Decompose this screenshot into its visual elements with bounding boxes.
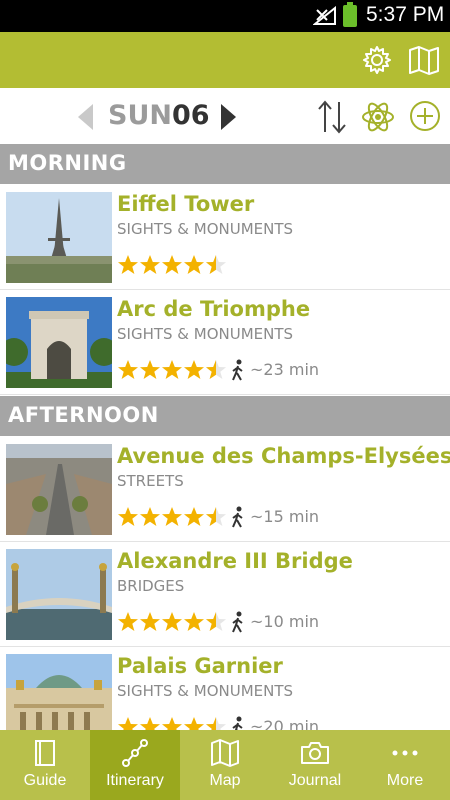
sort-icon[interactable] — [316, 100, 348, 134]
section-label: AFTERNOON — [8, 403, 159, 427]
day-selector: SUN 06 — [0, 88, 450, 144]
item-title: Arc de Triomphe — [117, 297, 311, 321]
camera-icon — [301, 742, 329, 764]
star-icon — [162, 507, 182, 526]
item-category: SIGHTS & MONUMENTS — [117, 325, 294, 343]
status-bar: 5:37 PM — [0, 0, 450, 32]
rating-stars — [118, 612, 226, 631]
star-icon — [118, 360, 138, 379]
star-icon — [206, 612, 226, 631]
tab-label: More — [386, 772, 424, 789]
star-icon — [140, 507, 160, 526]
section-header-afternoon: AFTERNOON — [0, 396, 450, 436]
eiffel-tower-photo — [6, 192, 112, 283]
walk-duration: ~15 min — [250, 507, 320, 526]
item-title: Alexandre III Bridge — [117, 549, 353, 573]
list-item[interactable]: Eiffel Tower SIGHTS & MONUMENTS — [0, 185, 450, 290]
previous-day-arrow-icon[interactable] — [78, 104, 94, 130]
map-icon — [211, 739, 239, 767]
clock: 5:37 PM — [366, 3, 445, 26]
section-header-morning: MORNING — [0, 144, 450, 184]
arc-de-triomphe-photo — [6, 297, 112, 388]
more-icon — [392, 750, 418, 756]
add-icon[interactable] — [409, 100, 441, 132]
star-icon — [184, 612, 204, 631]
rating-stars — [118, 360, 226, 379]
star-icon — [162, 612, 182, 631]
tab-more[interactable]: More — [360, 730, 450, 800]
tab-map[interactable]: Map — [180, 730, 270, 800]
walking-icon — [232, 359, 243, 381]
rating-stars — [118, 507, 226, 526]
walk-duration: ~23 min — [250, 360, 320, 379]
day-name: SUN — [108, 100, 172, 131]
tab-label: Journal — [288, 772, 342, 789]
walk-duration: ~10 min — [250, 612, 320, 631]
list-item[interactable]: Arc de Triomphe SIGHTS & MONUMENTS ~23 m… — [0, 290, 450, 395]
app-bar — [0, 32, 450, 88]
tab-label: Itinerary — [106, 772, 164, 789]
atom-icon[interactable] — [361, 100, 395, 134]
tab-label: Guide — [23, 772, 67, 789]
tab-journal[interactable]: Journal — [270, 730, 360, 800]
bottom-tab-bar: Guide Itinerary Map Journal More — [0, 730, 450, 800]
battery-icon — [343, 2, 357, 27]
star-icon — [184, 360, 204, 379]
tab-itinerary[interactable]: Itinerary — [90, 730, 180, 800]
star-icon — [184, 507, 204, 526]
gear-icon[interactable] — [362, 45, 392, 75]
item-title: Avenue des Champs-Elysées — [117, 444, 450, 468]
rating-stars — [118, 255, 226, 274]
route-icon — [122, 739, 148, 767]
list-item[interactable]: Avenue des Champs-Elysées STREETS ~15 mi… — [0, 437, 450, 542]
star-icon — [206, 255, 226, 274]
item-category: SIGHTS & MONUMENTS — [117, 220, 294, 238]
day-number: 06 — [172, 100, 210, 131]
tab-label: Map — [209, 772, 241, 789]
item-category: STREETS — [117, 472, 184, 490]
item-title: Palais Garnier — [117, 654, 283, 678]
champs-elysees-photo — [6, 444, 112, 535]
item-title: Eiffel Tower — [117, 192, 255, 216]
tab-guide[interactable]: Guide — [0, 730, 90, 800]
star-icon — [184, 255, 204, 274]
star-icon — [118, 507, 138, 526]
walking-icon — [232, 506, 243, 528]
next-day-arrow-icon[interactable] — [220, 104, 236, 130]
star-icon — [162, 255, 182, 274]
walking-icon — [232, 611, 243, 633]
alexandre-iii-bridge-photo — [6, 549, 112, 640]
item-category: SIGHTS & MONUMENTS — [117, 682, 294, 700]
book-icon — [35, 740, 55, 766]
map-icon[interactable] — [408, 45, 440, 75]
list-item[interactable]: Alexandre III Bridge BRIDGES ~10 min — [0, 542, 450, 647]
star-icon — [206, 507, 226, 526]
star-icon — [140, 255, 160, 274]
star-icon — [140, 360, 160, 379]
star-icon — [206, 360, 226, 379]
item-category: BRIDGES — [117, 577, 185, 595]
star-icon — [162, 360, 182, 379]
section-label: MORNING — [8, 151, 127, 175]
star-icon — [118, 255, 138, 274]
star-icon — [140, 612, 160, 631]
no-signal-icon — [313, 6, 336, 25]
star-icon — [118, 612, 138, 631]
